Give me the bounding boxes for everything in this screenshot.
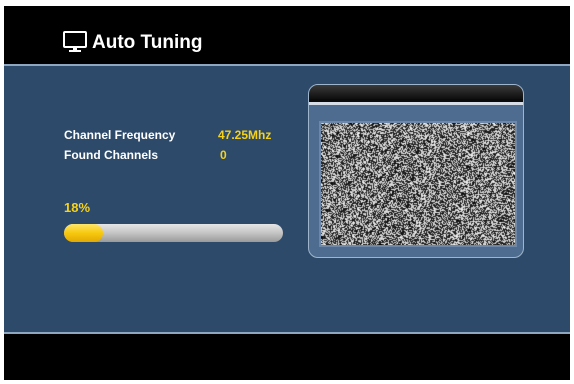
found-channels-label: Found Channels xyxy=(64,148,158,162)
preview-window xyxy=(308,84,524,258)
tv-icon xyxy=(63,31,87,52)
channel-frequency-value: 47.25Mhz xyxy=(218,128,272,142)
progress-bar-fill xyxy=(64,224,103,242)
tv-screen: Auto Tuning Channel Frequency 47.25Mhz F… xyxy=(4,6,570,380)
progress-bar xyxy=(64,224,283,242)
title-bar: Auto Tuning xyxy=(4,6,570,64)
bottom-bar xyxy=(4,334,570,380)
channel-frequency-label: Channel Frequency xyxy=(64,128,176,142)
page-title: Auto Tuning xyxy=(92,32,203,53)
preview-divider xyxy=(309,102,523,105)
preview-header-bar xyxy=(309,85,523,99)
found-channels-value: 0 xyxy=(220,148,227,162)
main-panel: Channel Frequency 47.25Mhz Found Channel… xyxy=(4,64,570,334)
progress-percent: 18% xyxy=(64,200,91,215)
static-noise-preview xyxy=(319,121,517,247)
